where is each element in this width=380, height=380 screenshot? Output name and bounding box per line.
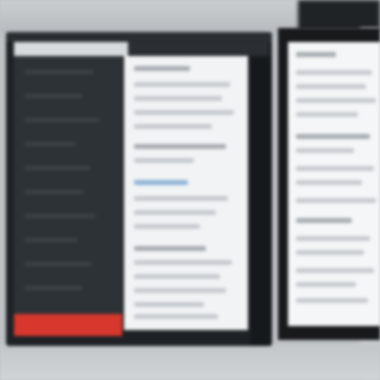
text-line [134,246,206,251]
sidebar-item[interactable] [24,118,100,122]
text-line [134,96,222,101]
text-line [296,180,362,185]
desk-surface [0,344,380,380]
text-line [134,158,194,163]
text-line [134,82,230,87]
photo-scene [0,0,380,380]
left-monitor-bezel [6,32,272,42]
text-line [296,148,354,153]
text-line [134,274,220,279]
sidebar-active-accent[interactable] [14,314,122,336]
text-line [134,144,226,149]
text-line [134,224,200,229]
text-line [296,218,352,223]
sidebar-item[interactable] [24,190,84,194]
text-line [296,52,336,57]
text-line [296,298,368,303]
text-line [134,110,234,115]
window-titlebar-dark [128,42,268,56]
left-document-pane [124,56,248,330]
sidebar-item[interactable] [24,70,94,74]
text-line [296,134,370,139]
window-titlebar [14,42,128,56]
text-line [296,84,366,89]
sidebar-item[interactable] [24,94,82,98]
text-line [134,210,216,215]
sidebar-item[interactable] [24,142,76,146]
text-line [296,282,356,287]
text-line [134,196,228,201]
text-line [296,166,374,171]
right-document-pane [288,42,380,326]
background-dark-area [298,0,380,30]
text-line [296,70,372,75]
left-monitor [6,32,272,346]
sidebar-item[interactable] [24,286,82,290]
text-line [134,66,190,71]
app-sidebar [14,56,122,320]
text-line [134,302,204,307]
sidebar-item[interactable] [24,214,96,218]
monitor-divider [250,56,272,346]
text-line [296,112,358,117]
text-line [134,124,212,129]
sidebar-item[interactable] [24,166,90,170]
sidebar-item[interactable] [24,262,92,266]
text-line [296,268,374,273]
link-line[interactable] [134,180,188,185]
text-line [296,236,370,241]
text-line [134,314,218,319]
text-line [134,260,232,265]
text-line [134,288,226,293]
text-line [296,198,376,203]
background-wall-top [0,0,300,34]
sidebar-item[interactable] [24,238,78,242]
right-monitor [278,28,380,340]
text-line [296,98,376,103]
text-line [296,250,364,255]
